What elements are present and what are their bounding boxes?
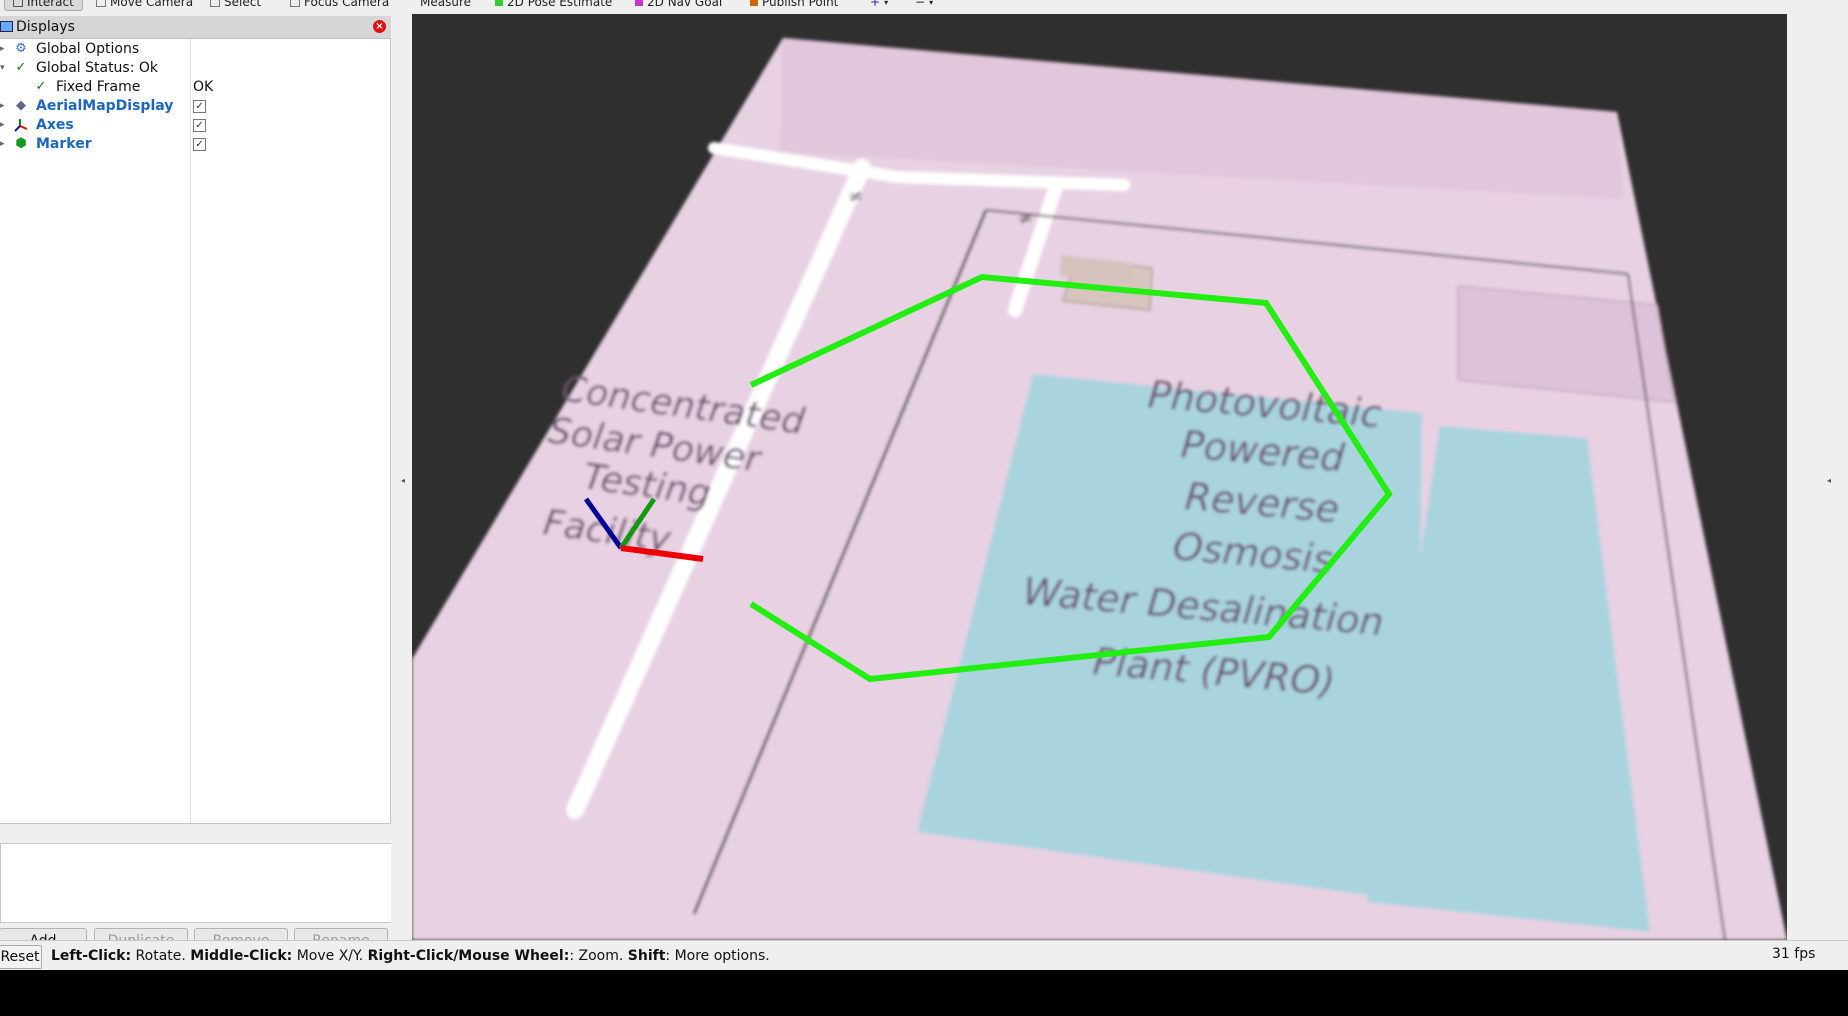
- tool-select[interactable]: Select: [210, 0, 261, 10]
- tool-2d-nav-goal[interactable]: 2D Nav Goal: [635, 0, 722, 10]
- tree-row-axes[interactable]: ▸ Axes ✓: [0, 116, 390, 135]
- interact-icon: [13, 0, 23, 7]
- tool-interact[interactable]: Interact: [4, 0, 83, 11]
- reset-button[interactable]: Reset: [0, 945, 42, 969]
- fixed-frame-status-value: OK: [193, 79, 214, 95]
- nav-goal-arrow-icon: [635, 0, 643, 6]
- 3d-render-viewport[interactable]: ≠ ≠ Concentrated Solar Power Testing Fac…: [412, 14, 1787, 940]
- chevron-down-icon: ▾: [929, 0, 934, 7]
- tree-row-marker[interactable]: ▸ ⬢ Marker ✓: [0, 135, 390, 154]
- tool-focus-camera[interactable]: Focus Camera: [290, 0, 389, 10]
- rviz-window: Interact Move Camera Select Focus Camera…: [0, 0, 1848, 970]
- close-icon[interactable]: ×: [373, 20, 386, 33]
- toolbar: Interact Move Camera Select Focus Camera…: [0, 0, 1848, 15]
- status-bar: Reset Left-Click: Rotate. Middle-Click: …: [0, 940, 1848, 970]
- select-icon: [210, 0, 220, 7]
- expand-arrow-icon[interactable]: ▸: [0, 135, 5, 154]
- displays-title: Displays: [16, 19, 75, 35]
- bridge-mark: ≠: [1018, 208, 1033, 229]
- tree-row-aerial-map-display[interactable]: ▸ ◆ AerialMapDisplay ✓: [0, 97, 390, 116]
- expand-arrow-icon[interactable]: ▸: [0, 116, 5, 135]
- tool-measure[interactable]: Measure: [420, 0, 471, 10]
- checkmark-icon: ✓: [15, 60, 27, 75]
- map-display-icon: ◆: [16, 98, 26, 113]
- tree-row-label: Marker: [36, 136, 92, 152]
- monitor-icon: [0, 21, 13, 32]
- gear-icon: ⚙: [15, 41, 27, 56]
- enable-checkbox[interactable]: ✓: [193, 138, 206, 151]
- tree-row-global-options[interactable]: ▸ ⚙ Global Options: [0, 40, 390, 59]
- plus-icon: +: [870, 0, 881, 9]
- bridge-mark: ≠: [848, 186, 863, 207]
- tree-row-label: AerialMapDisplay: [36, 98, 174, 114]
- enable-checkbox[interactable]: ✓: [193, 119, 206, 132]
- tree-row-global-status[interactable]: ▾ ✓ Global Status: Ok: [0, 59, 390, 78]
- minus-icon: −: [915, 0, 926, 9]
- expand-arrow-icon[interactable]: ▸: [0, 97, 5, 116]
- right-splitter[interactable]: ◂: [1787, 14, 1848, 940]
- collapse-right-arrow-icon[interactable]: ◂: [1827, 476, 1831, 485]
- tree-row-label: Axes: [36, 117, 74, 133]
- tree-row-label: Fixed Frame: [56, 79, 141, 95]
- expand-arrow-icon[interactable]: ▾: [0, 59, 5, 78]
- scene-svg: ≠ ≠ Concentrated Solar Power Testing Fac…: [412, 38, 1787, 940]
- move-camera-icon: [96, 0, 106, 7]
- tree-row-label: Global Options: [36, 41, 140, 57]
- axes-icon: [14, 118, 28, 132]
- left-splitter[interactable]: ◂: [391, 14, 412, 940]
- tree-row-label: Global Status: Ok: [36, 60, 159, 76]
- displays-panel-header: Displays ×: [0, 16, 391, 39]
- checkmark-icon: ✓: [35, 79, 47, 94]
- collapse-left-arrow-icon[interactable]: ◂: [401, 476, 405, 485]
- tree-row-fixed-frame[interactable]: ✓ Fixed Frame OK: [0, 78, 390, 97]
- marker-cube-icon: ⬢: [15, 136, 27, 151]
- expand-arrow-icon[interactable]: ▸: [0, 40, 5, 59]
- chevron-down-icon: ▾: [884, 0, 889, 7]
- aerial-map-tile: ≠ ≠ Concentrated Solar Power Testing Fac…: [412, 38, 1787, 940]
- enable-checkbox[interactable]: ✓: [193, 100, 206, 113]
- focus-camera-icon: [290, 0, 300, 7]
- tool-publish-point[interactable]: Publish Point: [750, 0, 838, 10]
- toolbar-add-tool-button[interactable]: + ▾: [870, 0, 888, 10]
- publish-point-icon: [750, 0, 758, 6]
- property-description-box: [0, 843, 392, 923]
- tool-move-camera[interactable]: Move Camera: [96, 0, 193, 10]
- fps-counter: 31 fps: [1772, 946, 1816, 962]
- tool-2d-pose-estimate[interactable]: 2D Pose Estimate: [495, 0, 612, 10]
- displays-tree[interactable]: ▸ ⚙ Global Options ▾ ✓ Global Status: Ok…: [0, 39, 391, 824]
- pose-arrow-icon: [495, 0, 503, 6]
- displays-panel: Displays × ▸ ⚙ Global Options ▾ ✓ Global…: [0, 14, 392, 954]
- column-divider: [190, 39, 191, 823]
- mouse-hint-text: Left-Click: Rotate. Middle-Click: Move X…: [51, 948, 770, 964]
- toolbar-remove-tool-button[interactable]: − ▾: [915, 0, 933, 10]
